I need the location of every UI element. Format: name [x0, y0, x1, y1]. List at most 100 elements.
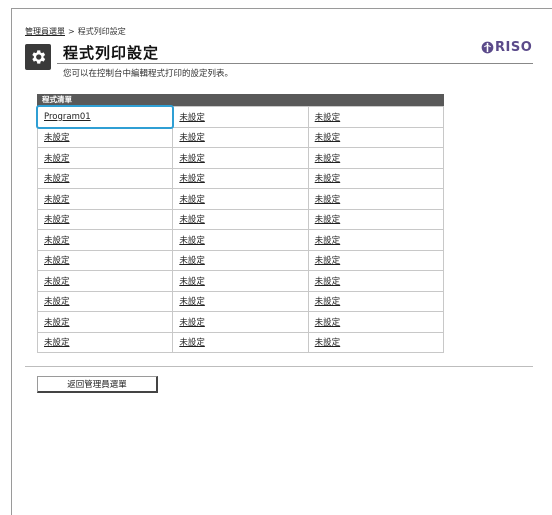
program-cell: 未設定	[36, 167, 174, 189]
program-cell: 未設定	[307, 126, 445, 148]
program-link[interactable]: 未設定	[44, 154, 70, 164]
program-link[interactable]: 未設定	[179, 174, 205, 184]
program-cell: 未設定	[172, 331, 309, 353]
program-cell: 未設定	[307, 106, 445, 128]
program-link[interactable]: 未設定	[179, 215, 205, 225]
program-cell: 未設定	[36, 270, 174, 292]
program-link[interactable]: 未設定	[44, 195, 70, 205]
program-link[interactable]: 未設定	[44, 318, 70, 328]
program-cell: 未設定	[36, 249, 174, 271]
breadcrumb-link-admin-menu[interactable]: 管理員選單	[25, 27, 65, 36]
program-cell: 未設定	[307, 208, 445, 230]
page-title: 程式列印設定	[63, 44, 160, 62]
table-row: Program01 未設定 未設定	[36, 105, 445, 129]
program-cell: 未設定	[172, 147, 309, 169]
table-row: 未設定 未設定 未設定	[36, 208, 445, 230]
table-row: 未設定 未設定 未設定	[36, 311, 445, 333]
title-divider	[57, 63, 533, 64]
program-cell: 未設定	[307, 147, 445, 169]
program-cell: 未設定	[36, 311, 174, 333]
program-link[interactable]: 未設定	[315, 277, 341, 287]
program-link[interactable]: 未設定	[315, 113, 341, 123]
program-link[interactable]: 未設定	[179, 297, 205, 307]
table-row: 未設定 未設定 未設定	[36, 147, 445, 169]
program-link[interactable]: 未設定	[315, 195, 341, 205]
program-link[interactable]: 未設定	[179, 338, 205, 348]
program-link[interactable]: 未設定	[44, 174, 70, 184]
program-cell: 未設定	[172, 311, 309, 333]
program-link[interactable]: 未設定	[179, 113, 205, 123]
brand-name: RISO	[495, 40, 533, 55]
program-cell: 未設定	[172, 126, 309, 148]
program-link[interactable]: 未設定	[179, 256, 205, 266]
program-link[interactable]: 未設定	[315, 318, 341, 328]
program-cell: 未設定	[36, 290, 174, 312]
program-cell: 未設定	[36, 208, 174, 230]
program-cell: 未設定	[36, 126, 174, 148]
program-link[interactable]: 未設定	[44, 133, 70, 143]
program-grid: Program01 未設定 未設定 未設定 未設定 未設定 未設定 未設定 未設定 未設定 未設定未…	[36, 105, 445, 353]
program-link[interactable]: 未設定	[179, 133, 205, 143]
table-row: 未設定 未設定 未設定	[36, 229, 445, 251]
program-link[interactable]: 未設定	[44, 236, 70, 246]
program-link[interactable]: 未設定	[315, 215, 341, 225]
program-cell: 未設定	[172, 208, 309, 230]
program-cell: 未設定	[172, 270, 309, 292]
program-cell: 未設定	[307, 249, 445, 271]
program-cell: 未設定	[172, 188, 309, 210]
program-cell: 未設定	[172, 167, 309, 189]
program-cell: 未設定	[172, 290, 309, 312]
program-cell: 未設定	[172, 229, 309, 251]
table-header: 程式清單	[37, 94, 444, 106]
program-link[interactable]: 未設定	[315, 236, 341, 246]
table-row: 未設定 未設定 未設定	[36, 290, 445, 312]
program-link[interactable]: 未設定	[315, 338, 341, 348]
program-link[interactable]: 未設定	[179, 154, 205, 164]
program-link[interactable]: 未設定	[44, 338, 70, 348]
program-link[interactable]: 未設定	[44, 215, 70, 225]
riso-mark-icon	[481, 41, 494, 54]
program-link[interactable]: 未設定	[179, 195, 205, 205]
breadcrumb-current: 程式列印設定	[77, 27, 126, 36]
page-subtitle: 您可以在控制台中編輯程式打印的設定列表。	[63, 69, 234, 79]
table-row: 未設定 未設定 未設定	[36, 270, 445, 292]
program-cell: Program01	[36, 105, 175, 129]
breadcrumb: 管理員選單 > 程式列印設定	[25, 26, 126, 37]
program-link[interactable]: 未設定	[315, 297, 341, 307]
program-link[interactable]: 未設定	[315, 154, 341, 164]
table-row: 未設定 未設定 未設定	[36, 126, 445, 148]
program-link[interactable]: 未設定	[44, 297, 70, 307]
gear-icon	[25, 44, 51, 70]
back-to-admin-menu-button[interactable]: 返回管理員選單	[37, 376, 158, 393]
program-link[interactable]: Program01	[44, 112, 91, 122]
brand-logo: RISO	[481, 40, 532, 55]
table-row: 未設定 未設定 未設定	[36, 331, 445, 353]
table-row: 未設定 未設定 未設定	[36, 167, 445, 189]
table-row: 未設定 未設定 未設定	[36, 249, 445, 271]
program-link[interactable]: 未設定	[179, 277, 205, 287]
program-cell: 未設定	[36, 147, 174, 169]
program-cell: 未設定	[307, 311, 445, 333]
program-cell: 未設定	[307, 188, 445, 210]
program-link[interactable]: 未設定	[315, 174, 341, 184]
table-row: 未設定 未設定 未設定	[36, 188, 445, 210]
program-cell: 未設定	[36, 188, 174, 210]
program-link[interactable]: 未設定	[179, 236, 205, 246]
program-link[interactable]: 未設定	[315, 256, 341, 266]
program-cell: 未設定	[307, 167, 445, 189]
breadcrumb-separator: >	[68, 27, 75, 36]
program-cell: 未設定	[172, 249, 309, 271]
program-cell: 未設定	[307, 229, 445, 251]
footer-divider	[25, 366, 533, 367]
program-cell: 未設定	[307, 270, 445, 292]
program-link[interactable]: 未設定	[179, 318, 205, 328]
program-cell: 未設定	[36, 331, 174, 353]
program-table: 程式清單 Program01 未設定 未設定 未設定 未設定 未設定 未設定 未設定 未設定 未設…	[36, 94, 445, 353]
program-cell: 未設定	[307, 331, 445, 353]
program-cell: 未設定	[172, 106, 309, 128]
program-link[interactable]: 未設定	[44, 256, 70, 266]
program-cell: 未設定	[36, 229, 174, 251]
program-link[interactable]: 未設定	[315, 133, 341, 143]
program-cell: 未設定	[307, 290, 445, 312]
program-link[interactable]: 未設定	[44, 277, 70, 287]
